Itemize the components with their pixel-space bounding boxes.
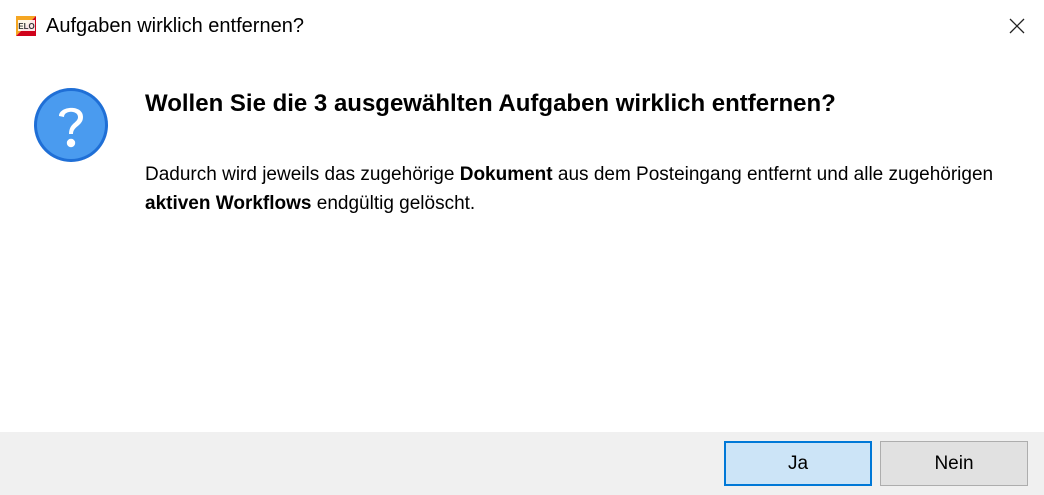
yes-button[interactable]: Ja [724,441,872,486]
message-text-3: endgültig gelöscht. [311,193,476,214]
window-title: Aufgaben wirklich entfernen? [46,15,304,37]
close-icon [1009,18,1025,34]
no-button[interactable]: Nein [880,441,1028,486]
dialog-heading: Wollen Sie die 3 ausgewählten Aufgaben w… [145,90,836,117]
title-bar: ELO Aufgaben wirklich entfernen? [0,0,1044,52]
message-text-1: Dadurch wird jeweils das zugehörige [145,164,460,185]
message-bold-document: Dokument [459,164,553,185]
message-bold-workflows: aktiven Workflows [145,193,312,214]
elo-app-icon: ELO [14,14,38,38]
message-text-2: aus dem Posteingang entfernt und alle zu… [552,164,994,185]
dialog-message: Dadurch wird jeweils das zugehörige Doku… [145,160,1025,218]
button-bar: Ja Nein [0,432,1044,495]
svg-text:ELO: ELO [18,22,34,31]
close-button[interactable] [990,0,1044,52]
confirm-dialog: ELO Aufgaben wirklich entfernen? Wollen … [0,0,1044,495]
question-icon [32,86,110,164]
